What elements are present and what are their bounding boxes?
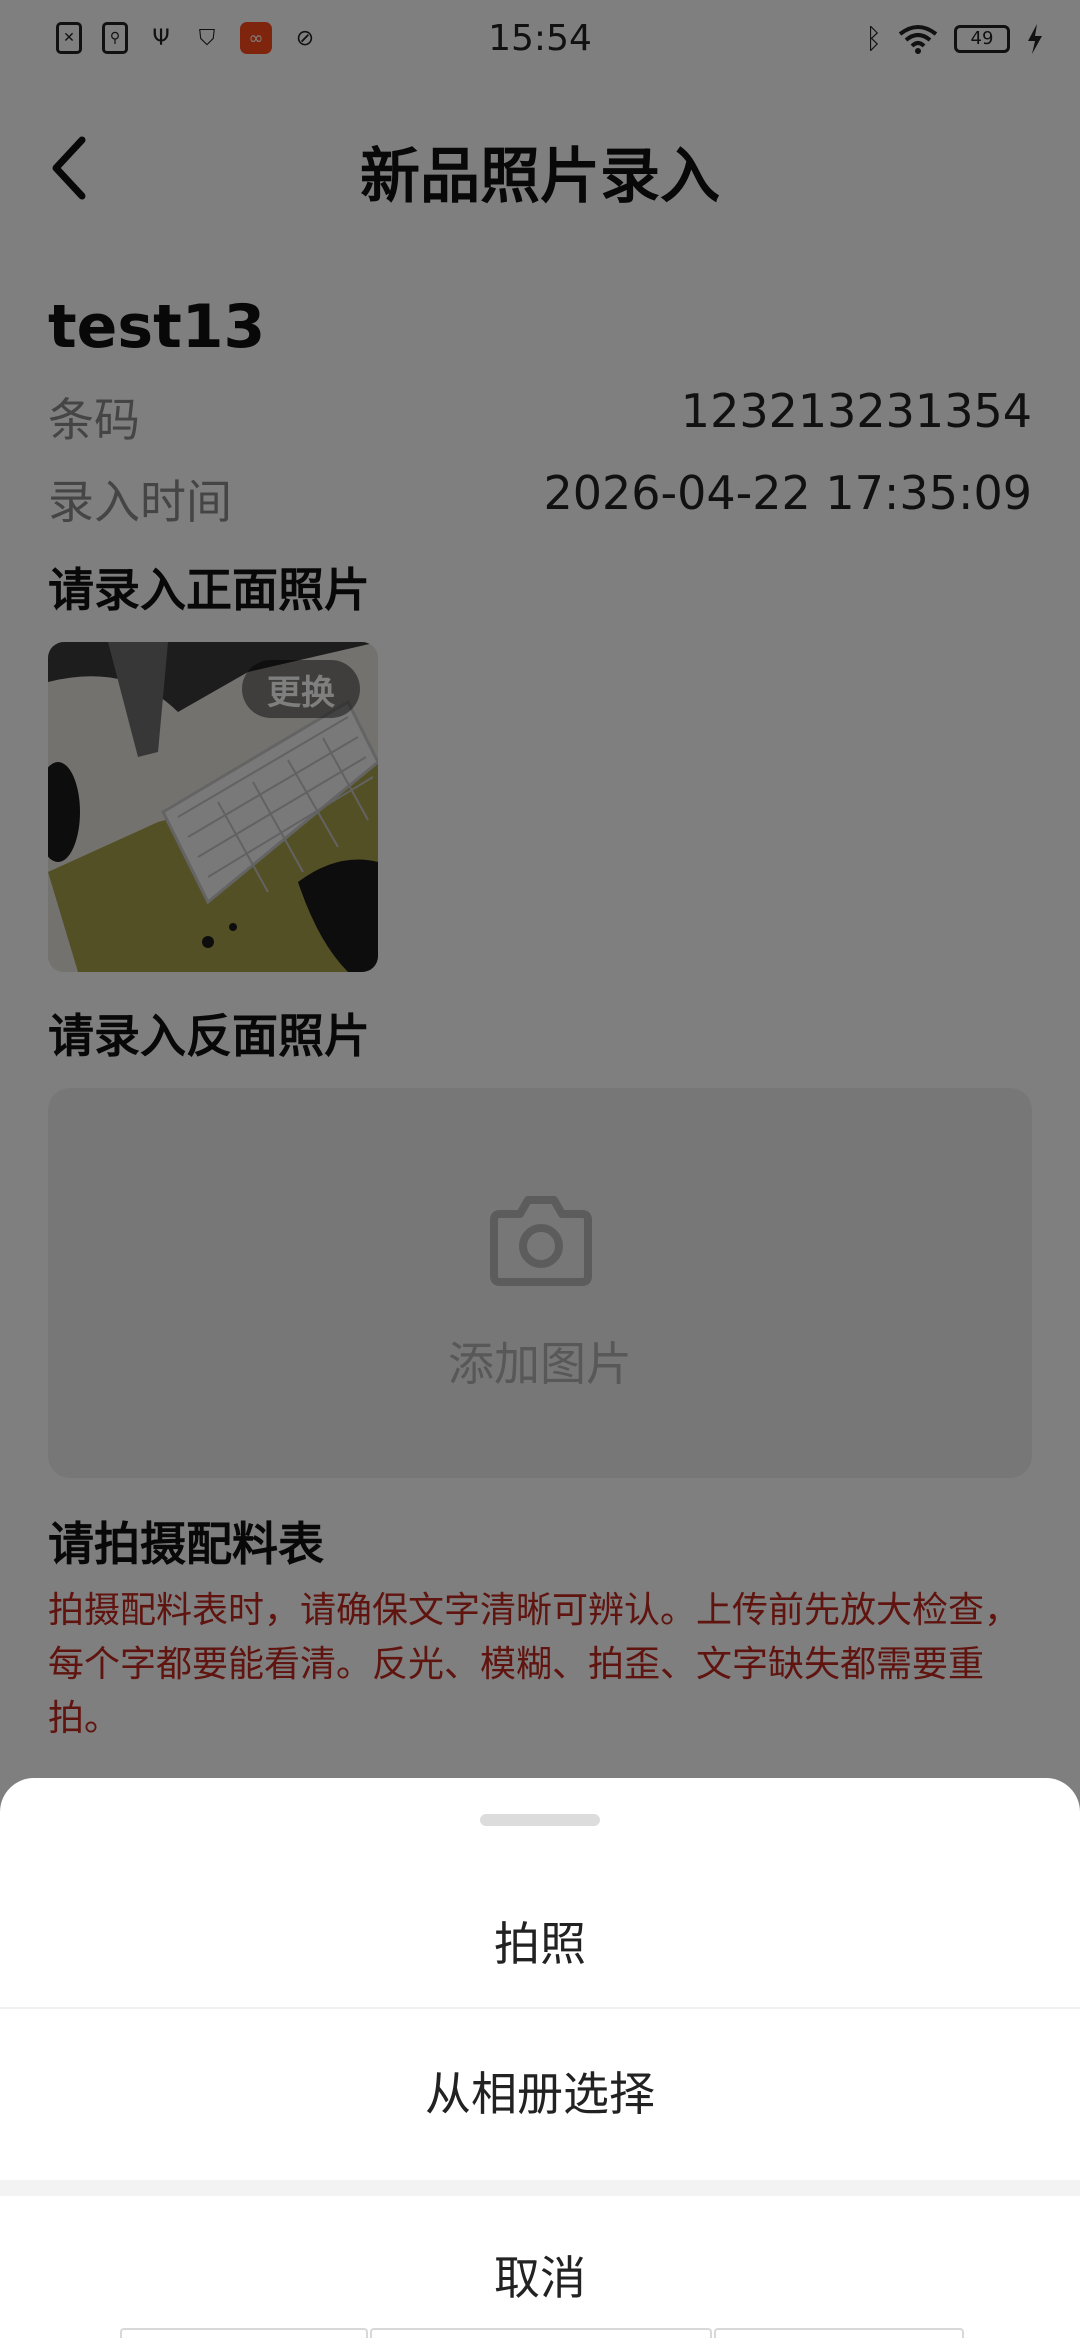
sheet-divider [0, 2007, 1080, 2009]
tab-edge [120, 2328, 368, 2338]
choose-from-album-button[interactable]: 从相册选择 [0, 2058, 1080, 2124]
screen: ✕ ⚲ Ψ ⛉ ∞ ⊘ 15:54 ᛒ 49 新品照片录入 test13 [0, 0, 1080, 2340]
cancel-button[interactable]: 取消 [0, 2242, 1080, 2308]
bottom-tab-edges [0, 2328, 1080, 2340]
sheet-drag-handle[interactable] [480, 1814, 600, 1826]
tab-edge [714, 2328, 964, 2338]
sheet-gap [0, 2180, 1080, 2196]
tab-edge [370, 2328, 712, 2338]
take-photo-button[interactable]: 拍照 [0, 1908, 1080, 1974]
action-sheet: 拍照 从相册选择 取消 [0, 1778, 1080, 2340]
